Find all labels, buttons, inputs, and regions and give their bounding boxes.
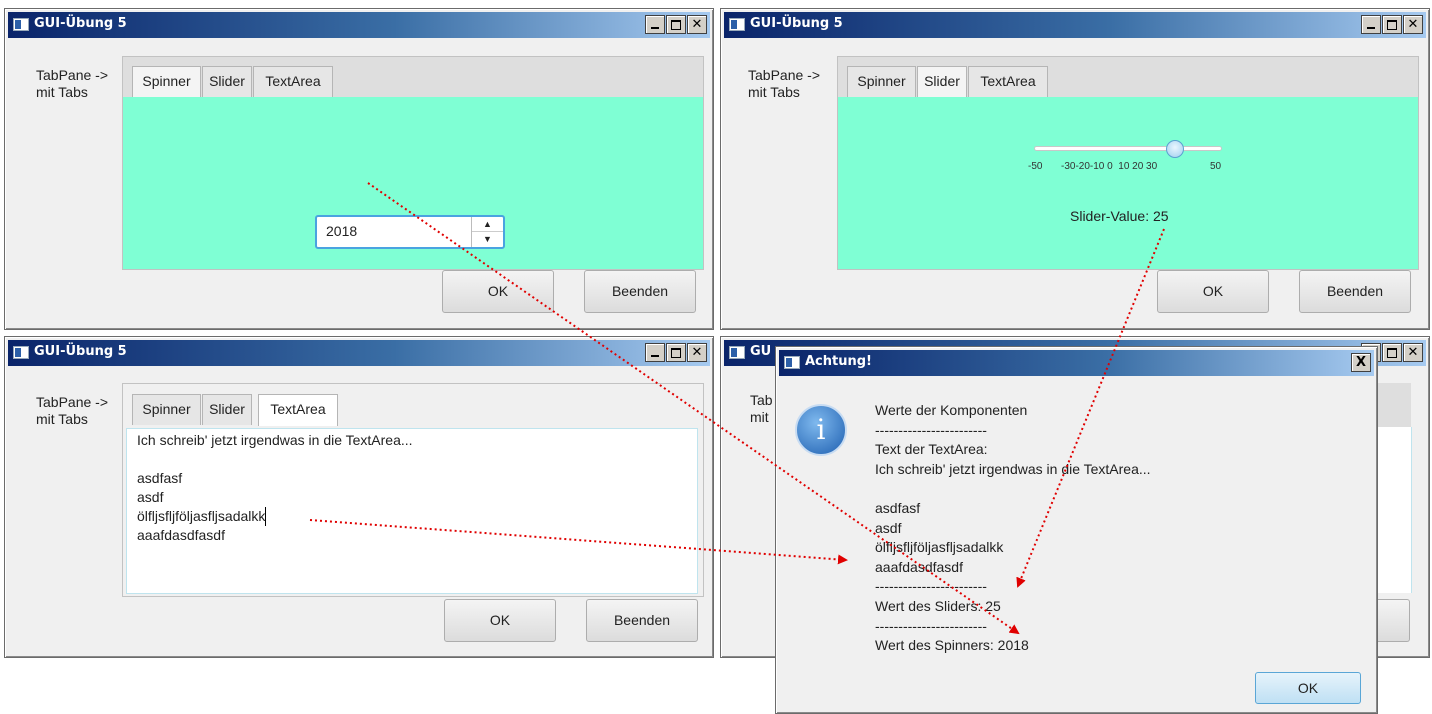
arrow-spinner-to-dialog: [367, 182, 1020, 635]
arrow-textarea-to-dialog: [309, 519, 848, 565]
arrow-slider-to-dialog: [1016, 228, 1165, 588]
annotation-arrows: [309, 182, 1165, 635]
